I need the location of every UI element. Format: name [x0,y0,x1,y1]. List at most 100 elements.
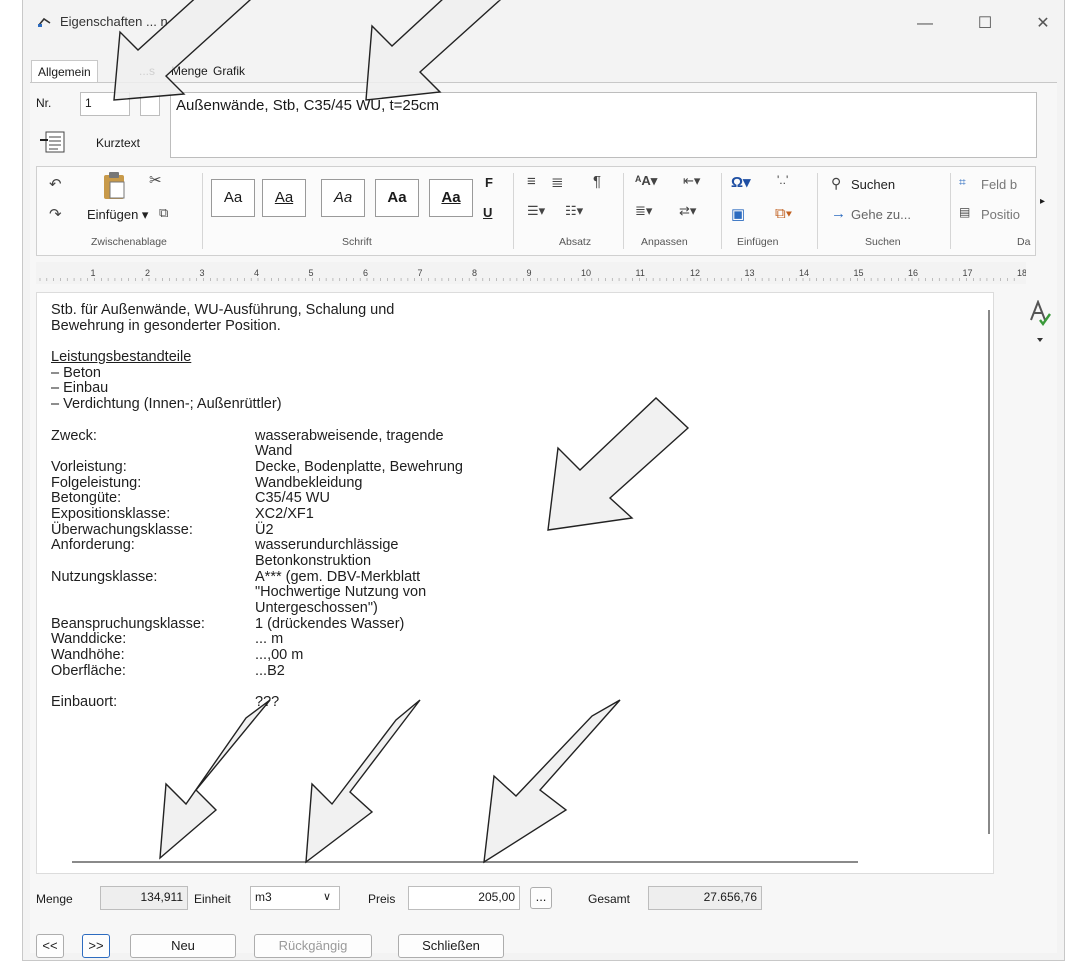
minimize-button[interactable]: — [903,10,947,38]
field-icon[interactable]: ⌗ [959,175,966,190]
insert-image-icon[interactable]: ▣ [731,205,745,223]
horizontal-scrollbar[interactable] [72,861,858,863]
style-bold[interactable]: Aa [375,179,419,217]
prop-value: Ü2 [255,521,274,538]
ruler-label: 4 [254,268,259,278]
search-icon[interactable]: ⚲ [831,175,841,192]
property-row: Überwachungsklasse: Ü2 [51,521,394,539]
undo-icon[interactable]: ↶ [49,175,62,193]
menge-field[interactable]: 134,911 [100,886,188,910]
prop-key: Wanddicke: [51,631,127,648]
nr-input[interactable]: 1 [80,92,130,116]
font-size-icon[interactable]: ᴬA▾ [635,173,657,189]
property-row: Zweck: wasserabweisende, tragende [51,428,444,445]
arrow-right-icon[interactable]: → [831,205,846,222]
ribbon-separator [950,173,951,249]
einheit-select[interactable]: m3 ∨ [250,886,340,910]
prop-value: A*** (gem. DBV-Merkblatt [255,568,421,585]
redo-icon[interactable]: ↷ [49,205,62,223]
spellcheck-icon[interactable] [1028,300,1052,344]
app-icon [38,17,51,27]
prop-value: ...B2 [255,662,285,679]
cut-icon[interactable]: ✂ [149,171,162,189]
doc-line: Bewehrung in gesonderter Position. [51,317,281,334]
title-bar: Eigenschaften ... n — ☐ ✕ [23,0,1064,44]
prop-key: Überwachungsklasse: [51,521,193,538]
indent-icon[interactable]: ⇤▾ [683,173,700,189]
bold-button[interactable]: F [485,175,493,190]
close-button[interactable]: ✕ [1021,10,1065,38]
ribbon-scroll-right-icon[interactable]: ▸ [1040,196,1045,207]
doc-blank [51,334,394,350]
justify-icon[interactable]: ≣ [551,173,564,191]
tab-stop-icon[interactable]: ⇄▾ [679,203,696,219]
group-label-daten: Da [1017,236,1031,248]
einheit-value: m3 [255,890,272,904]
vertical-scrollbar[interactable] [988,310,990,834]
gehe-zu-button[interactable]: Gehe zu... [851,207,911,222]
insert-object-icon[interactable]: ⧉▾ [775,205,792,222]
title-textarea[interactable]: Außenwände, Stb, C35/45 WU, t=25cm [170,92,1037,158]
ribbon-separator [623,173,624,249]
symbol-omega-icon[interactable]: Ω▾ [731,173,751,191]
ribbon-separator [202,173,203,249]
style-italic[interactable]: Aa [321,179,365,217]
prop-value: Wandbekleidung [255,474,363,491]
rueckgaengig-button[interactable]: Rückgängig [254,934,372,958]
prop-key: Beanspruchungsklasse: [51,615,205,632]
prop-value: Betonkonstruktion [255,553,372,569]
style-bold-underline[interactable]: Aa [429,179,473,217]
style-underline[interactable]: Aa [262,179,306,217]
list-item: – Verdichtung (Innen-; Außenrüttler) [51,396,282,413]
feld-button[interactable]: Feld b [981,177,1017,192]
nr-label: Nr. [36,96,52,110]
prop-key: Wandhöhe: [51,647,125,664]
next-button[interactable]: >> [82,934,110,958]
align-left-icon[interactable]: ≡ [527,173,536,190]
underline-button[interactable]: U [483,205,492,220]
ruler-label: 3 [200,268,205,278]
property-row: Wand [51,443,394,460]
special-char-icon[interactable]: '..' [777,173,788,187]
tab-allgemein[interactable]: Allgemein [31,60,98,83]
format-field-icon[interactable]: ≣▾ [635,203,652,219]
tab-second[interactable]: ...s [133,60,161,82]
ruler-label: 11 [636,268,645,278]
copy-icon[interactable]: ⧉ [159,205,168,221]
suchen-button[interactable]: Suchen [851,177,895,192]
property-row: Betongüte: C35/45 WU [51,491,394,507]
position-icon[interactable]: ▤ [959,205,970,219]
group-label-absatz: Absatz [559,236,592,248]
position-button[interactable]: Positio [981,207,1020,222]
ribbon-separator [817,173,818,249]
prop-value: ... m [255,631,284,648]
prop-key: Einbauort: [51,694,118,711]
paste-button[interactable]: Einfügen ▾ [87,207,148,223]
paste-icon[interactable] [101,171,127,201]
style-normal[interactable]: Aa [211,179,255,217]
property-row: Oberfläche: ...B2 [51,662,394,680]
bullet-list-icon[interactable]: ☰▾ [527,203,545,219]
maximize-button[interactable]: ☐ [963,10,1007,38]
preis-field[interactable]: 205,00 [408,886,520,910]
ruler-label: 2 [145,268,150,278]
tab-grafik[interactable]: Grafik [207,60,251,82]
prev-button[interactable]: << [36,934,64,958]
preis-details-button[interactable]: ... [530,887,552,909]
numbered-list-icon[interactable]: ☷▾ [565,203,583,219]
document-editor[interactable]: Stb. für Außenwände, WU-Ausführung, Scha… [36,292,994,874]
ruler: 1 2 3 4 5 6 7 8 9 10 11 12 13 14 15 16 17 18 [36,262,1027,284]
kurztext-label: Kurztext [96,136,141,150]
pilcrow-icon[interactable]: ¶ [593,173,601,190]
ruler-ticks: 1 2 3 4 5 6 7 8 9 10 11 12 13 14 15 16 17 18 [39,268,1027,281]
menge-label: Menge [36,892,73,906]
neu-button[interactable]: Neu [130,934,236,958]
property-row: Beanspruchungsklasse: 1 (drückendes Wasse… [51,615,404,633]
kurztext-icon[interactable] [40,130,68,156]
ruler-label: 15 [854,268,864,278]
group-label-anpassen: Anpassen [641,236,688,248]
document-text: Stb. für Außenwände, WU-Ausführung, Scha… [51,302,463,711]
nr-suffix-input[interactable] [140,92,160,116]
prop-key: Nutzungsklasse: [51,568,158,585]
schliessen-button[interactable]: Schließen [398,934,504,958]
